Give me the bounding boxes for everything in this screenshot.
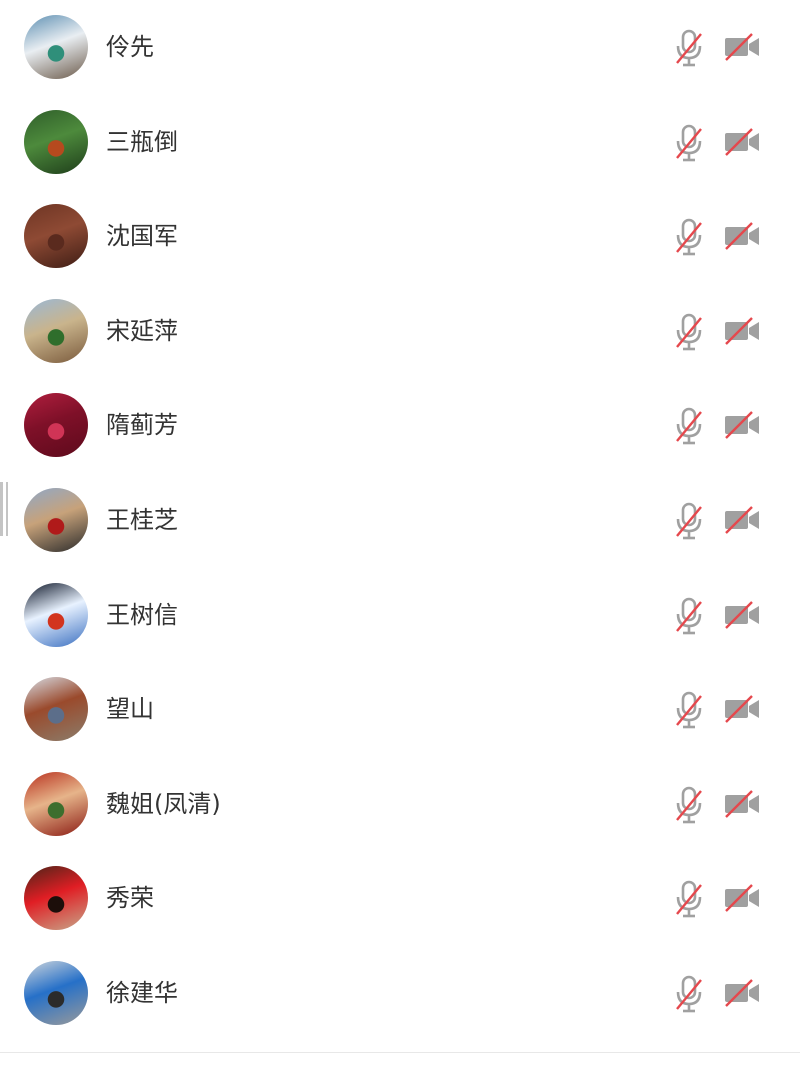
avatar[interactable] xyxy=(24,110,88,174)
bottom-divider xyxy=(0,1052,800,1053)
participant-name: 宋延萍 xyxy=(106,317,178,345)
participant-name: 沈国军 xyxy=(106,222,178,250)
mic-muted-icon[interactable] xyxy=(672,501,706,541)
participant-row[interactable]: 徐建华 xyxy=(0,946,800,1040)
participant-name: 魏姐(凤清) xyxy=(106,790,221,818)
avatar[interactable] xyxy=(24,583,88,647)
participant-row[interactable]: 隋蓟芳 xyxy=(0,378,800,472)
participant-name: 望山 xyxy=(106,695,154,723)
participant-row[interactable]: 王树信 xyxy=(0,568,800,662)
participant-row[interactable]: 王桂芝 xyxy=(0,473,800,567)
participant-name: 伶先 xyxy=(106,33,154,61)
camera-off-icon[interactable] xyxy=(722,598,762,632)
mic-muted-icon[interactable] xyxy=(672,312,706,352)
avatar[interactable] xyxy=(24,204,88,268)
participant-name: 三瓶倒 xyxy=(106,128,178,156)
participant-name: 徐建华 xyxy=(106,979,178,1007)
avatar[interactable] xyxy=(24,677,88,741)
participant-name: 隋蓟芳 xyxy=(106,411,178,439)
camera-off-icon[interactable] xyxy=(722,503,762,537)
participant-name: 王桂芝 xyxy=(106,506,178,534)
camera-off-icon[interactable] xyxy=(722,692,762,726)
avatar[interactable] xyxy=(24,393,88,457)
participant-name: 秀荣 xyxy=(106,884,154,912)
mic-muted-icon[interactable] xyxy=(672,406,706,446)
participant-row[interactable]: 魏姐(凤清) xyxy=(0,757,800,851)
participant-name: 王树信 xyxy=(106,601,178,629)
camera-off-icon[interactable] xyxy=(722,30,762,64)
avatar[interactable] xyxy=(24,866,88,930)
mic-muted-icon[interactable] xyxy=(672,596,706,636)
participant-row[interactable]: 望山 xyxy=(0,662,800,756)
mic-muted-icon[interactable] xyxy=(672,123,706,163)
avatar[interactable] xyxy=(24,488,88,552)
camera-off-icon[interactable] xyxy=(722,125,762,159)
participant-row[interactable]: 三瓶倒 xyxy=(0,95,800,189)
participant-row[interactable]: 秀荣 xyxy=(0,851,800,945)
mic-muted-icon[interactable] xyxy=(672,785,706,825)
camera-off-icon[interactable] xyxy=(722,219,762,253)
avatar[interactable] xyxy=(24,299,88,363)
avatar[interactable] xyxy=(24,15,88,79)
mic-muted-icon[interactable] xyxy=(672,690,706,730)
avatar[interactable] xyxy=(24,961,88,1025)
camera-off-icon[interactable] xyxy=(722,881,762,915)
camera-off-icon[interactable] xyxy=(722,314,762,348)
participant-row[interactable]: 伶先 xyxy=(0,0,800,94)
mic-muted-icon[interactable] xyxy=(672,28,706,68)
mic-muted-icon[interactable] xyxy=(672,974,706,1014)
participant-row[interactable]: 沈国军 xyxy=(0,189,800,283)
camera-off-icon[interactable] xyxy=(722,408,762,442)
mic-muted-icon[interactable] xyxy=(672,879,706,919)
scroll-handle[interactable] xyxy=(0,482,8,536)
camera-off-icon[interactable] xyxy=(722,787,762,821)
camera-off-icon[interactable] xyxy=(722,976,762,1010)
participant-row[interactable]: 宋延萍 xyxy=(0,284,800,378)
mic-muted-icon[interactable] xyxy=(672,217,706,257)
avatar[interactable] xyxy=(24,772,88,836)
